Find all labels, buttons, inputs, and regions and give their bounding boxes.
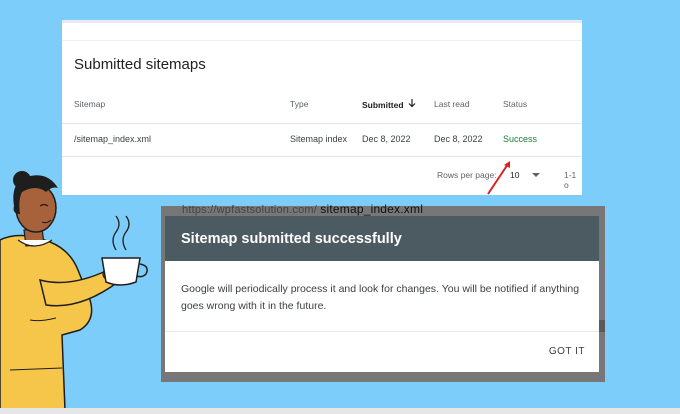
woman-with-coffee-illustration — [0, 171, 148, 410]
dialog-message: Google will periodically process it and … — [181, 283, 580, 312]
column-header-submitted-label: Submitted — [362, 100, 404, 110]
dialog-body: Google will periodically process it and … — [165, 261, 599, 372]
dialog-divider — [165, 331, 599, 332]
got-it-button[interactable]: GOT IT — [549, 346, 585, 357]
red-arrow-annotation — [487, 161, 510, 195]
pagination-range: 1-1 o — [564, 170, 577, 190]
card-title: Submitted sitemaps — [74, 56, 206, 73]
column-header-submitted[interactable]: Submitted — [362, 99, 416, 110]
cell-submitted: Dec 8, 2022 — [362, 134, 411, 144]
background-sitemap-url: https://wpfastsolution.com/ sitemap_inde… — [182, 202, 423, 216]
cell-status: Success — [503, 134, 538, 144]
column-header-type: Type — [290, 99, 309, 109]
column-header-last-read: Last read — [434, 99, 470, 109]
dialog-edge-mark — [599, 320, 605, 332]
sort-arrow-down-icon — [408, 99, 416, 110]
cell-sitemap[interactable]: /sitemap_index.xml — [74, 134, 151, 144]
card-top-bar — [62, 20, 582, 23]
background-file: sitemap_index.xml — [320, 202, 424, 216]
cell-last-read: Dec 8, 2022 — [434, 134, 483, 144]
bottom-strip — [0, 408, 680, 414]
card-divider — [62, 40, 582, 41]
row-divider — [62, 156, 582, 157]
dialog-title: Sitemap submitted successfully — [181, 231, 402, 247]
column-header-sitemap: Sitemap — [74, 99, 106, 109]
dialog-header: Sitemap submitted successfully — [165, 216, 599, 261]
row-divider — [62, 123, 582, 124]
column-header-status: Status — [503, 99, 528, 109]
dropdown-caret-icon — [531, 170, 540, 180]
cell-type: Sitemap index — [290, 134, 348, 144]
background-domain: https://wpfastsolution.com/ — [182, 204, 318, 216]
